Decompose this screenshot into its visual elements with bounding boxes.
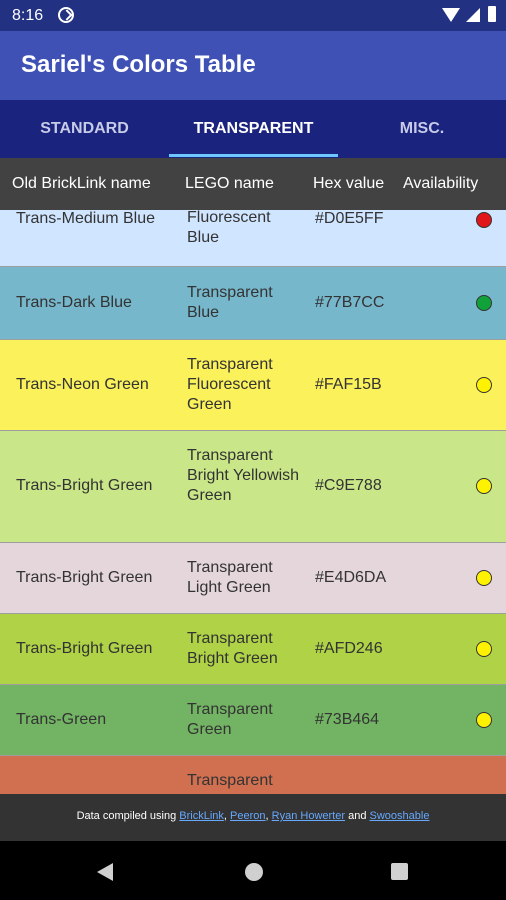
- tab-indicator: [169, 154, 338, 157]
- table-row[interactable]: Trans-Dark Blue Transparent Blue #77B7CC: [0, 267, 506, 340]
- app-title: Sariel's Colors Table: [21, 51, 256, 78]
- table-row[interactable]: Trans-Bright Green Transparent Bright Gr…: [0, 614, 506, 685]
- lego-name-cell: Transparent Bright Yellowish Green: [187, 447, 300, 504]
- availability-indicator: [476, 377, 492, 393]
- hex-cell: #FAF15B: [315, 376, 382, 393]
- lego-name-cell: Transparent Fluorescent Green: [187, 356, 273, 413]
- back-icon[interactable]: [97, 863, 113, 881]
- old-name-cell: Trans-Bright Green: [16, 569, 153, 586]
- header-hex: Hex value: [313, 175, 385, 192]
- table-row[interactable]: Trans-Green Transparent Green #73B464: [0, 685, 506, 756]
- old-name-cell: Trans-Neon Green: [16, 376, 149, 393]
- bricklink-link[interactable]: BrickLink: [179, 810, 224, 822]
- hex-cell: #E4D6DA: [315, 569, 387, 586]
- footer-prefix: Data compiled using: [76, 810, 177, 822]
- lego-name-cell: Transparent: [187, 772, 273, 789]
- cell-signal-icon: [466, 8, 480, 22]
- tab-misc[interactable]: MISC.: [338, 100, 506, 158]
- battery-icon: [488, 6, 496, 22]
- recent-apps-icon[interactable]: [391, 863, 408, 880]
- hex-cell: #C9E788: [315, 477, 382, 494]
- sync-icon: [58, 7, 74, 23]
- table-row[interactable]: Trans-Medium Blue Fluorescent Blue #D0E5…: [0, 210, 506, 267]
- ryan-howerter-link[interactable]: Ryan Howerter: [272, 810, 345, 822]
- system-nav-bar: [0, 841, 506, 900]
- lego-name-cell: Transparent Green: [187, 701, 273, 738]
- table-row[interactable]: Trans-Bright Green Transparent Light Gre…: [0, 543, 506, 614]
- status-time: 8:16: [12, 7, 44, 24]
- hex-cell: #73B464: [315, 711, 380, 728]
- footer-sep: ,: [265, 810, 269, 822]
- app-bar: Sariel's Colors Table: [0, 31, 506, 100]
- table-row[interactable]: Trans-Neon Green Transparent Fluorescent…: [0, 340, 506, 431]
- availability-indicator: [476, 478, 492, 494]
- footer-sep: ,: [223, 810, 227, 822]
- swooshable-link[interactable]: Swooshable: [370, 810, 430, 822]
- lego-name-cell: Fluorescent Blue: [187, 210, 271, 246]
- attribution-footer: Data compiled using BrickLink, Peeron, R…: [0, 794, 506, 841]
- color-table[interactable]: Trans-Medium Blue Fluorescent Blue #D0E5…: [0, 210, 506, 794]
- lego-name-cell: Transparent Light Green: [187, 559, 273, 596]
- hex-cell: #D0E5FF: [315, 210, 384, 227]
- hex-cell: #AFD246: [315, 640, 383, 657]
- availability-indicator: [476, 712, 492, 728]
- old-name-cell: Trans-Green: [16, 711, 107, 728]
- header-lego-name: LEGO name: [185, 175, 274, 192]
- availability-indicator: [476, 641, 492, 657]
- hex-cell: #77B7CC: [315, 294, 385, 311]
- peeron-link[interactable]: Peeron: [230, 810, 265, 822]
- wifi-icon: [442, 8, 460, 22]
- status-bar: 8:16: [0, 0, 506, 31]
- tab-bar: STANDARD TRANSPARENT MISC.: [0, 100, 506, 158]
- header-old-name: Old BrickLink name: [12, 175, 151, 192]
- availability-indicator: [476, 295, 492, 311]
- old-name-cell: Trans-Dark Blue: [16, 294, 132, 311]
- home-icon[interactable]: [245, 863, 263, 881]
- tab-transparent[interactable]: TRANSPARENT: [169, 100, 338, 158]
- table-row[interactable]: Transparent: [0, 756, 506, 794]
- old-name-cell: Trans-Bright Green: [16, 477, 153, 494]
- availability-indicator: [476, 570, 492, 586]
- table-header: Old BrickLink name LEGO name Hex value A…: [0, 158, 506, 210]
- table-row[interactable]: Trans-Bright Green Transparent Bright Ye…: [0, 431, 506, 543]
- tab-standard[interactable]: STANDARD: [0, 100, 169, 158]
- old-name-cell: Trans-Medium Blue: [16, 210, 156, 227]
- header-availability: Availability: [403, 175, 479, 192]
- footer-and: and: [348, 810, 367, 822]
- lego-name-cell: Transparent Blue: [187, 284, 273, 321]
- old-name-cell: Trans-Bright Green: [16, 640, 153, 657]
- lego-name-cell: Transparent Bright Green: [187, 630, 278, 667]
- availability-indicator: [476, 212, 492, 228]
